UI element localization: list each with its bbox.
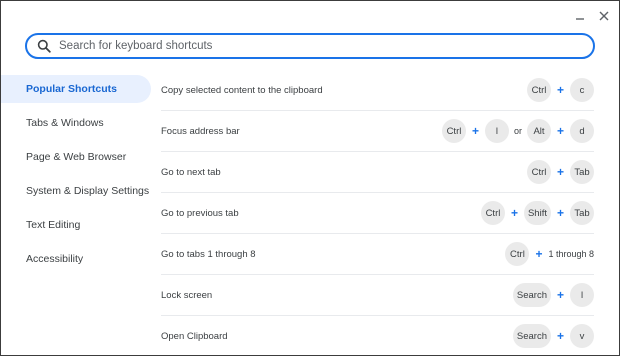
key-chip: Ctrl [505,242,530,266]
key-range-text: 1 through 8 [548,249,594,259]
or-separator: or [513,126,522,136]
shortcut-keys: Search + v [512,324,594,348]
sidebar-item-label: System & Display Settings [26,185,150,197]
plus-sign: + [556,206,564,220]
key-chip: c [570,78,594,102]
shortcut-keys: Ctrl + c [526,78,594,102]
search-input[interactable] [59,40,593,52]
key-chip: Ctrl [526,160,551,184]
minimize-icon [576,18,584,20]
shortcut-row: Copy selected content to the clipboard Ct… [161,70,594,111]
sidebar-item[interactable]: Page & Web Browser [1,143,151,171]
plus-sign: + [556,165,564,179]
close-icon [599,11,609,21]
shortcut-keys: Ctrl + l or Alt + d [441,119,594,143]
key-chip: Alt [526,119,551,143]
plus-sign: + [535,247,543,261]
shortcut-description: Go to tabs 1 through 8 [161,248,256,260]
shortcuts-window: Popular Shortcuts Tabs & Windows Page & We… [0,0,620,356]
close-button[interactable] [595,7,613,25]
key-chip: Search [512,283,551,307]
key-chip: l [570,283,594,307]
key-chip: l [484,119,509,143]
plus-sign: + [556,288,564,302]
shortcut-keys: Ctrl + Shift + Tab [480,201,594,225]
key-chip: Ctrl [526,78,551,102]
plus-sign: + [556,83,564,97]
sidebar-item[interactable]: Accessibility [1,245,151,273]
sidebar-item-label: Text Editing [26,219,81,231]
shortcut-description: Go to next tab [161,166,221,178]
shortcut-row: Focus address bar Ctrl + l or Alt + d [161,111,594,152]
key-chip: Tab [570,160,594,184]
shortcut-keys: Ctrl + Tab [526,160,594,184]
sidebar-item-label: Accessibility [26,253,84,265]
sidebar-item[interactable]: System & Display Settings [1,177,151,205]
shortcut-keys: Ctrl +1 through 8 [505,242,594,266]
category-sidebar: Popular Shortcuts Tabs & Windows Page & We… [1,75,151,279]
plus-sign: + [510,206,518,220]
sidebar-item[interactable]: Popular Shortcuts [1,75,151,103]
sidebar-item-label: Page & Web Browser [26,151,127,163]
shortcut-list: Copy selected content to the clipboard Ct… [161,70,594,355]
key-chip: d [570,119,594,143]
plus-sign: + [556,124,564,138]
minimize-button[interactable] [571,7,589,25]
shortcut-row: Open Clipboard Search + v [161,316,594,355]
key-chip: Ctrl [441,119,466,143]
shortcut-row: Lock screen Search + l [161,275,594,316]
shortcut-row: Go to tabs 1 through 8 Ctrl +1 through 8 [161,234,594,275]
sidebar-item-label: Tabs & Windows [26,117,104,129]
plus-sign: + [556,329,564,343]
search-icon [37,39,51,53]
shortcut-description: Focus address bar [161,125,240,137]
key-chip: Search [512,324,551,348]
shortcut-row: Go to next tab Ctrl + Tab [161,152,594,193]
shortcut-description: Lock screen [161,289,213,301]
key-chip: v [570,324,594,348]
shortcut-row: Go to previous tab Ctrl + Shift + Tab [161,193,594,234]
sidebar-item[interactable]: Text Editing [1,211,151,239]
shortcut-description: Go to previous tab [161,207,239,219]
plus-sign: + [471,124,479,138]
key-chip: Shift [523,201,551,225]
shortcut-keys: Search + l [512,283,594,307]
shortcut-description: Open Clipboard [161,330,228,342]
sidebar-item[interactable]: Tabs & Windows [1,109,151,137]
search-box[interactable] [25,33,595,59]
shortcut-description: Copy selected content to the clipboard [161,84,323,96]
key-chip: Tab [570,201,594,225]
sidebar-item-label: Popular Shortcuts [26,83,118,95]
key-chip: Ctrl [480,201,505,225]
